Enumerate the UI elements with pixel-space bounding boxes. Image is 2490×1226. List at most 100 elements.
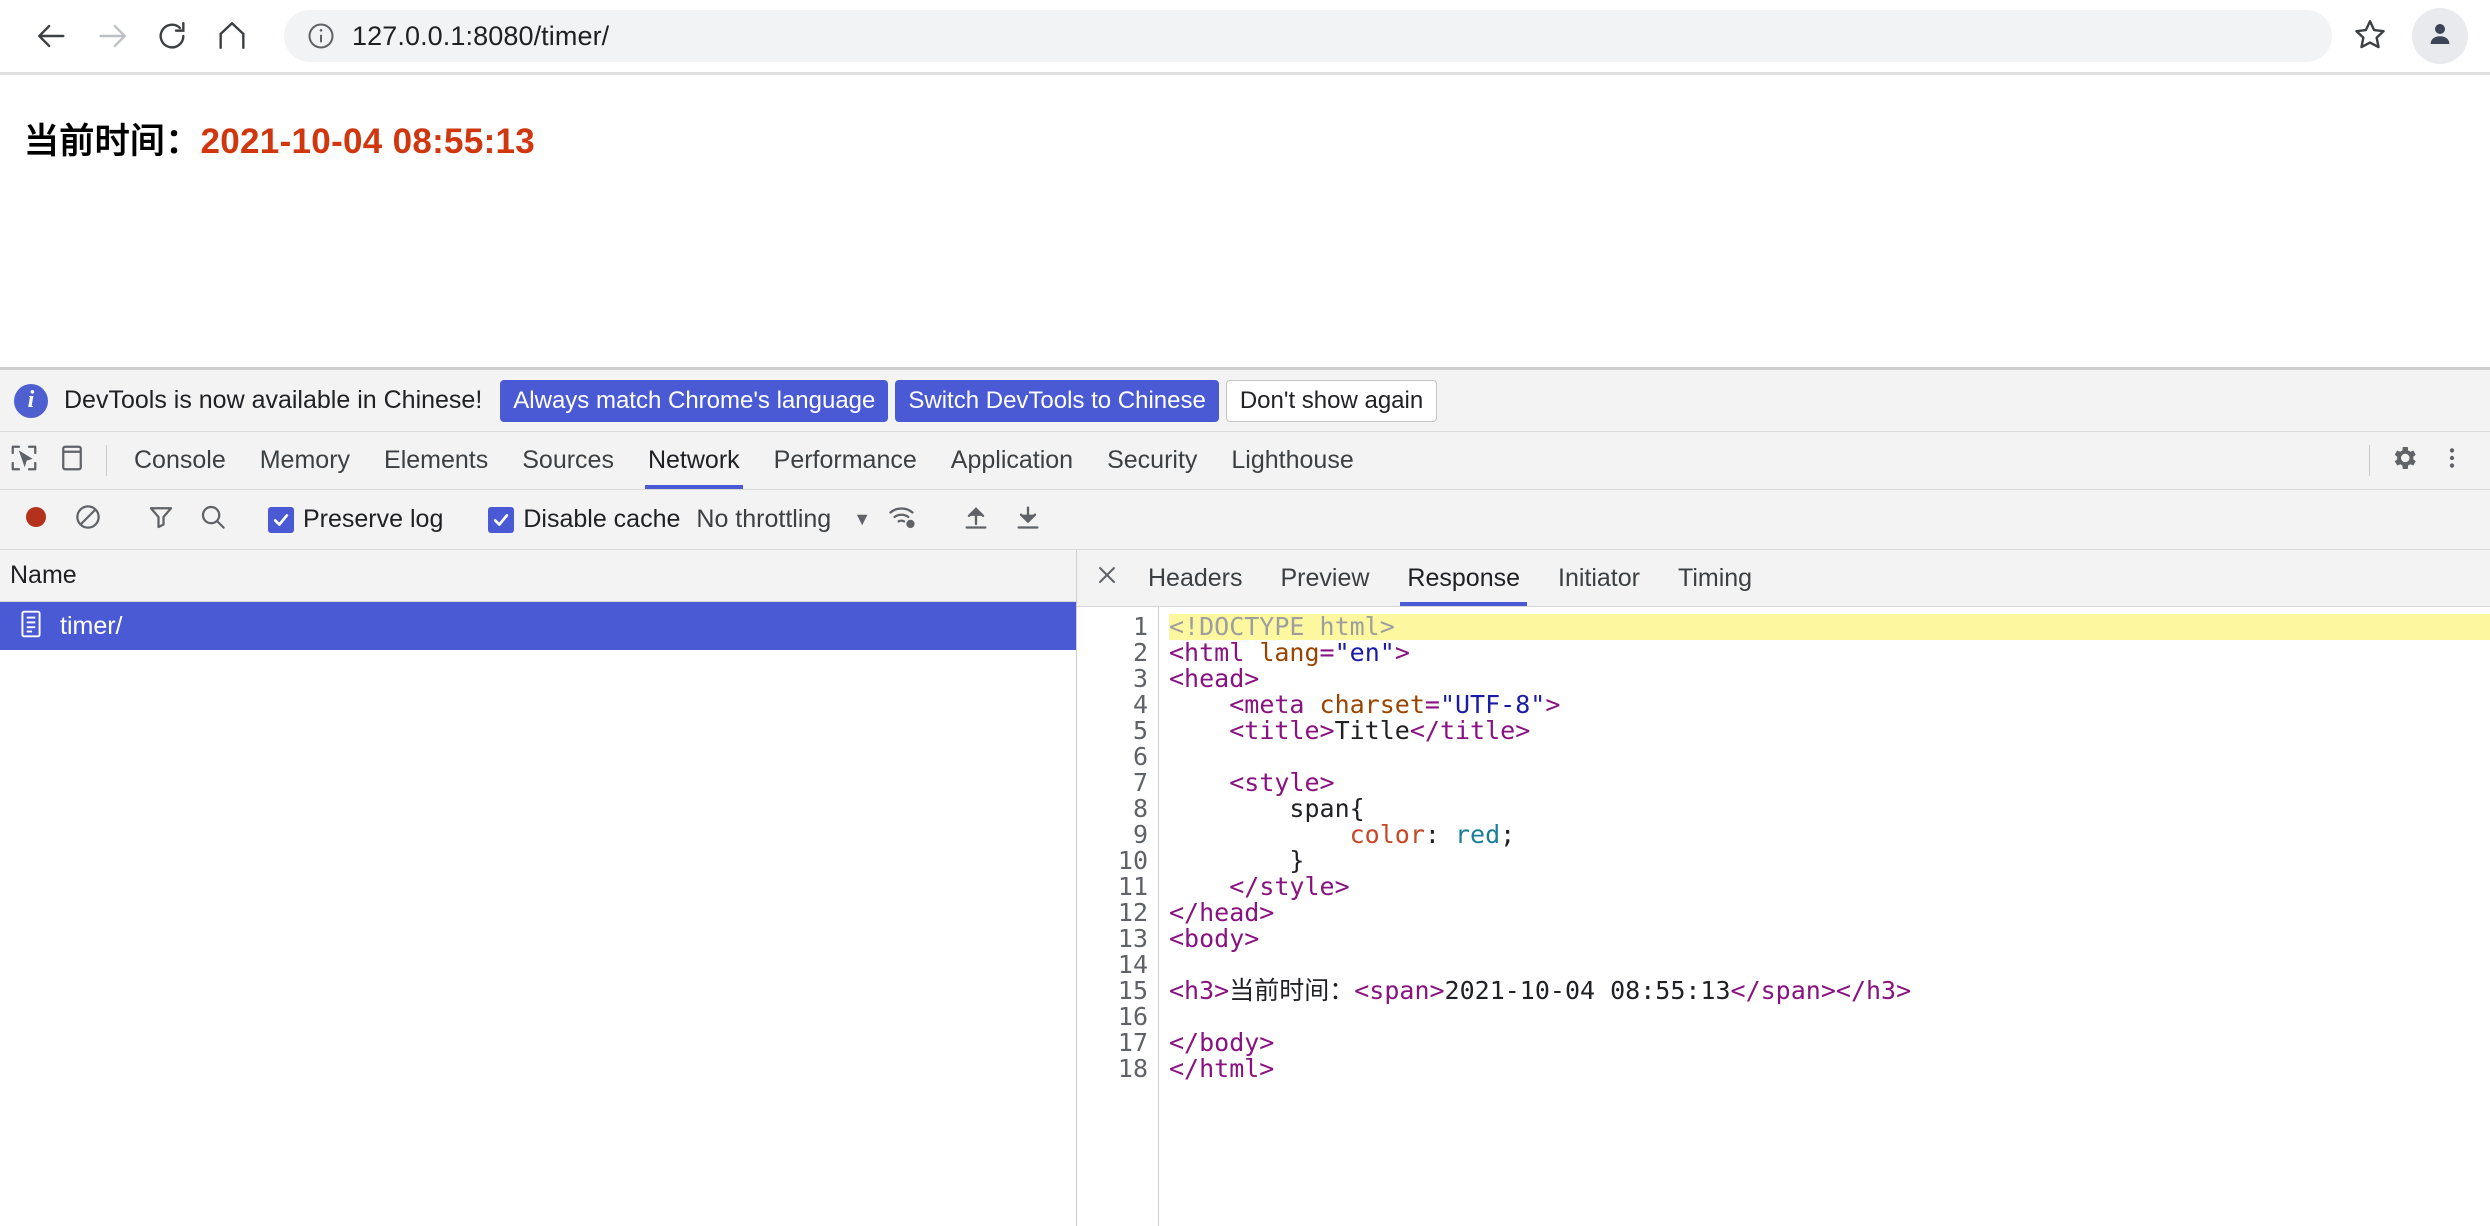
response-code-content[interactable]: <!DOCTYPE html> <html lang="en"> <head> <m… — [1159, 607, 2490, 1226]
preserve-log-label: Preserve log — [303, 505, 444, 533]
line-number: 5 — [1132, 716, 1148, 745]
more-options-button[interactable] — [2428, 432, 2476, 489]
tab-headers[interactable]: Headers — [1129, 550, 1262, 606]
arrow-left-icon — [35, 19, 69, 53]
search-button[interactable] — [187, 494, 239, 546]
code-token: 2021-10-04 08:55:13 — [1444, 976, 1731, 1005]
line-number: 4 — [1132, 690, 1148, 719]
code-line: <body> — [1169, 926, 2490, 952]
close-detail-button[interactable] — [1085, 550, 1129, 606]
reload-button[interactable] — [142, 6, 202, 66]
tab-elements[interactable]: Elements — [367, 432, 505, 489]
export-arrow-down-icon — [1014, 503, 1042, 536]
page-viewport: 当前时间：2021-10-04 08:55:13 — [0, 75, 2490, 367]
home-button[interactable] — [202, 6, 262, 66]
reload-icon — [155, 19, 189, 53]
tab-sources[interactable]: Sources — [505, 432, 631, 489]
code-line: <style> — [1169, 770, 2490, 796]
request-list-header[interactable]: Name — [0, 550, 1076, 602]
settings-button[interactable] — [2380, 432, 2428, 489]
code-line: <head> — [1169, 666, 2490, 692]
dont-show-again-button[interactable]: Don't show again — [1225, 379, 1438, 422]
tab-lighthouse[interactable]: Lighthouse — [1214, 432, 1370, 489]
line-number: 16 — [1117, 1002, 1148, 1031]
preserve-log-control[interactable]: Preserve log — [268, 505, 443, 534]
code-token: > — [1545, 690, 1561, 719]
device-toggle-icon — [57, 443, 87, 478]
code-token: </html> — [1169, 1054, 1275, 1083]
line-number: 3 — [1132, 664, 1148, 693]
response-source-view[interactable]: 1 2 3 4 5 6 7 8 9 10 11 12 13 14 15 16 17 18 <!DOCTYPE ht… — [1077, 607, 2490, 1226]
back-button[interactable] — [22, 6, 82, 66]
code-token: <head> — [1169, 664, 1260, 693]
code-token: red — [1455, 820, 1501, 849]
column-header-name: Name — [10, 561, 77, 589]
record-button[interactable] — [10, 494, 62, 546]
tab-network[interactable]: Network — [631, 432, 757, 489]
throttling-select[interactable]: No throttling — [696, 505, 831, 534]
code-token: </head> — [1169, 898, 1275, 927]
kebab-menu-icon — [2439, 443, 2465, 478]
bookmark-button[interactable] — [2342, 8, 2398, 64]
line-number: 1 — [1132, 612, 1148, 641]
code-token: <style> — [1229, 768, 1335, 797]
line-number: 6 — [1132, 742, 1148, 771]
code-token: </span></h3> — [1730, 976, 1912, 1005]
page-title: 当前时间：2021-10-04 08:55:13 — [24, 113, 2466, 164]
tab-console[interactable]: Console — [117, 432, 243, 489]
table-row[interactable]: timer/ — [0, 602, 1076, 650]
code-token: </body> — [1169, 1028, 1275, 1057]
devtools-language-notice: i DevTools is now available in Chinese! … — [0, 370, 2490, 432]
code-token: : — [1424, 820, 1455, 849]
code-token: <!DOCTYPE html> — [1169, 612, 1395, 641]
home-icon — [215, 19, 249, 53]
export-har-button[interactable] — [1002, 494, 1054, 546]
tab-timing[interactable]: Timing — [1659, 550, 1771, 606]
arrow-right-icon — [95, 19, 129, 53]
line-number: 2 — [1132, 638, 1148, 667]
profile-button[interactable] — [2412, 8, 2468, 64]
devtools-panel: i DevTools is now available in Chinese! … — [0, 367, 2490, 1226]
device-toolbar-button[interactable] — [48, 432, 96, 489]
code-token: "UTF-8" — [1439, 690, 1546, 719]
tab-security[interactable]: Security — [1090, 432, 1214, 489]
star-icon — [2353, 17, 2387, 56]
chevron-down-icon[interactable]: ▼ — [853, 509, 871, 530]
search-icon — [198, 502, 228, 537]
switch-to-chinese-button[interactable]: Switch DevTools to Chinese — [895, 379, 1219, 422]
tab-application[interactable]: Application — [934, 432, 1090, 489]
network-split-view: Name timer/ Headers Preview Response Ini… — [0, 550, 2490, 1226]
network-conditions-button[interactable] — [877, 494, 929, 546]
disable-cache-control[interactable]: Disable cache — [488, 505, 680, 534]
always-match-language-button[interactable]: Always match Chrome's language — [500, 379, 889, 422]
code-token: > — [1394, 638, 1410, 667]
clear-button[interactable] — [62, 494, 114, 546]
tabbar-end-pad — [2476, 432, 2490, 489]
tab-initiator[interactable]: Initiator — [1539, 550, 1659, 606]
address-bar[interactable]: 127.0.0.1:8080/timer/ — [284, 10, 2332, 62]
import-har-button[interactable] — [950, 494, 1002, 546]
devtools-tabbar: Console Memory Elements Sources Network … — [0, 432, 2490, 490]
code-token: 当前时间： — [1229, 976, 1355, 1005]
info-circle-icon[interactable] — [306, 21, 336, 51]
tab-preview[interactable]: Preview — [1262, 550, 1389, 606]
tab-performance[interactable]: Performance — [757, 432, 934, 489]
code-token: <title> — [1229, 716, 1335, 745]
request-detail-pane: Headers Preview Response Initiator Timin… — [1077, 550, 2490, 1226]
line-number-gutter: 1 2 3 4 5 6 7 8 9 10 11 12 13 14 15 16 17 18 — [1077, 607, 1159, 1226]
document-icon — [18, 609, 44, 644]
code-token: <meta — [1229, 690, 1320, 719]
forward-button[interactable] — [82, 6, 142, 66]
filter-button[interactable] — [135, 494, 187, 546]
code-line: <html lang="en"> — [1169, 640, 2490, 666]
disable-cache-checkbox[interactable] — [488, 506, 515, 533]
tab-response[interactable]: Response — [1388, 550, 1539, 606]
preserve-log-checkbox[interactable] — [268, 506, 294, 533]
inspect-element-button[interactable] — [0, 432, 48, 489]
tab-memory[interactable]: Memory — [243, 432, 367, 489]
